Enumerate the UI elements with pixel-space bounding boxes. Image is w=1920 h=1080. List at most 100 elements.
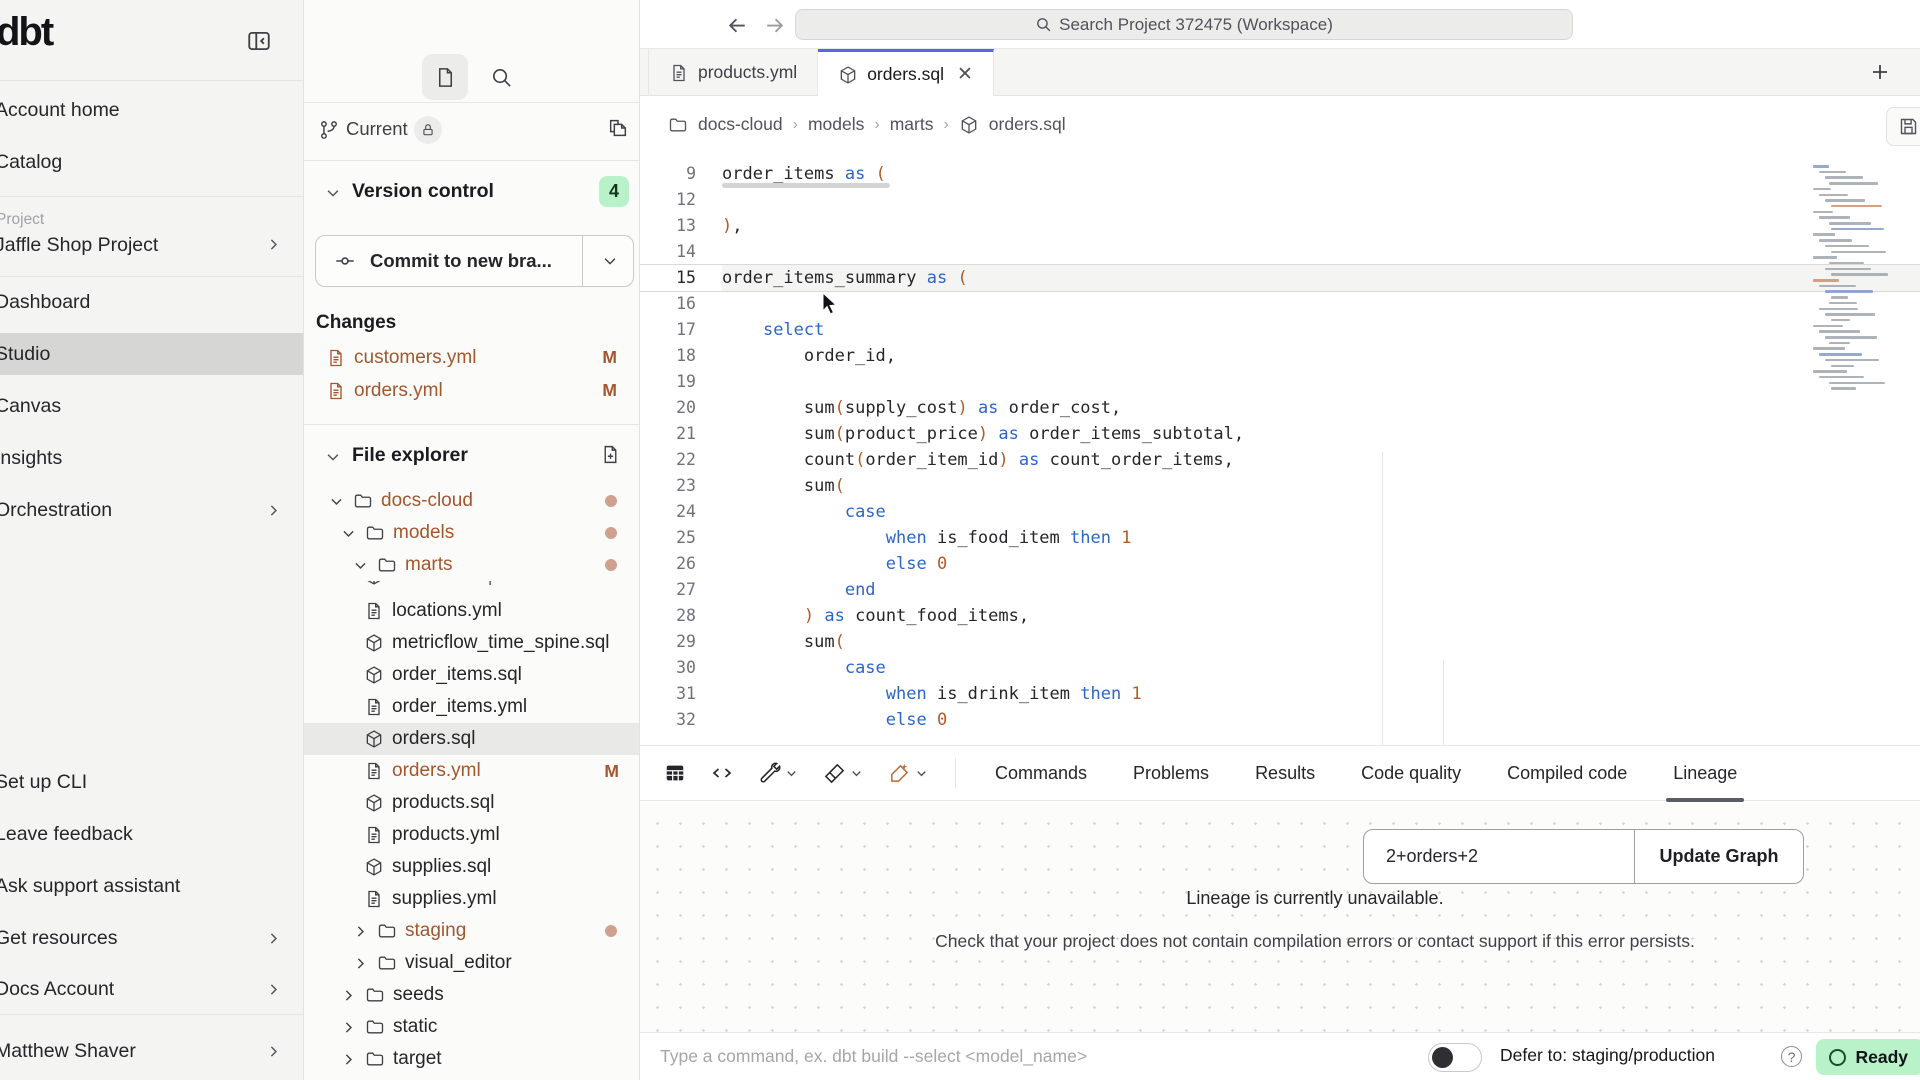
format-icon[interactable]: [823, 762, 864, 785]
chevron-down-icon[interactable]: [601, 252, 619, 270]
code-line[interactable]: 14: [640, 239, 1920, 265]
changed-dot: [605, 925, 617, 937]
tree-item-locations.yml[interactable]: locations.yml: [304, 595, 639, 627]
tree-item-supplies.yml[interactable]: supplies.yml: [304, 883, 639, 915]
code-line[interactable]: 28 ) as count_food_items,: [640, 603, 1920, 629]
changes-count-badge: 4: [599, 176, 629, 207]
sidebar-item-catalog[interactable]: Catalog: [0, 141, 303, 183]
code-line[interactable]: 32 else 0: [640, 707, 1920, 733]
project-search-input[interactable]: Search Project 372475 (Workspace): [795, 9, 1573, 40]
close-tab-icon[interactable]: ✕: [957, 63, 973, 86]
back-arrow-icon[interactable]: [724, 12, 750, 38]
code-line[interactable]: 17 select: [640, 317, 1920, 343]
command-input[interactable]: Type a command, ex. dbt build --select <…: [660, 1046, 1087, 1067]
sidebar-item-insights[interactable]: Insights: [0, 437, 303, 479]
help-icon[interactable]: ?: [1781, 1046, 1802, 1067]
tree-item-staging[interactable]: staging: [304, 915, 639, 947]
code-line[interactable]: 15order_items_summary as (: [640, 265, 1920, 291]
sidebar-item-get-resources[interactable]: Get resources: [0, 917, 303, 959]
breadcrumb-file[interactable]: orders.sql: [989, 114, 1066, 135]
code-line[interactable]: 21 sum(product_price) as order_items_sub…: [640, 421, 1920, 447]
tree-item-supplies.sql[interactable]: supplies.sql: [304, 851, 639, 883]
code-line[interactable]: 29 sum(: [640, 629, 1920, 655]
search-files-button[interactable]: [482, 58, 520, 96]
code-line[interactable]: 31 when is_drink_item then 1: [640, 681, 1920, 707]
tree-item-metricflow_time_spine.sql[interactable]: metricflow_time_spine.sql: [304, 627, 639, 659]
code-line[interactable]: 9order_items as (: [640, 161, 1920, 187]
code-line[interactable]: 22 count(order_item_id) as count_order_i…: [640, 447, 1920, 473]
changed-file-orders.yml[interactable]: orders.ymlM: [304, 374, 639, 407]
code-line[interactable]: 13),: [640, 213, 1920, 239]
sidebar-item-orchestration[interactable]: Orchestration: [0, 489, 303, 531]
code-line[interactable]: 25 when is_food_item then 1: [640, 525, 1920, 551]
defer-toggle[interactable]: [1428, 1043, 1482, 1072]
code-line[interactable]: 19: [640, 369, 1920, 395]
collapse-sidebar-icon[interactable]: [246, 28, 272, 54]
tree-item-seeds[interactable]: seeds: [304, 979, 639, 1011]
panel-tab-results[interactable]: Results: [1232, 746, 1338, 801]
copy-icon[interactable]: [607, 117, 629, 139]
code-line[interactable]: 24 case: [640, 499, 1920, 525]
tree-item-workflows[interactable]: workflows: [304, 1075, 639, 1080]
panel-tab-code-quality[interactable]: Code quality: [1338, 746, 1484, 801]
tree-item-marts[interactable]: marts: [304, 549, 639, 581]
panel-tab-compiled-code[interactable]: Compiled code: [1484, 746, 1650, 801]
chevron-right-icon[interactable]: [265, 236, 282, 253]
build-tools-icon[interactable]: [758, 762, 799, 785]
project-name[interactable]: Jaffle Shop Project: [0, 234, 158, 257]
user-menu[interactable]: Matthew Shaver: [0, 1030, 303, 1072]
new-tab-icon[interactable]: [1868, 60, 1892, 84]
fix-ai-icon[interactable]: [888, 762, 929, 785]
code-editor[interactable]: 9order_items as (1213),1415order_items_s…: [640, 157, 1920, 745]
code-line[interactable]: 27 end: [640, 577, 1920, 603]
minimap[interactable]: [1813, 165, 1893, 397]
commit-button[interactable]: Commit to new bra...: [315, 235, 634, 287]
code-line[interactable]: 26 else 0: [640, 551, 1920, 577]
sidebar-item-account-home[interactable]: Account home: [0, 89, 303, 131]
branch-row[interactable]: Current: [304, 102, 639, 160]
sidebar-item-studio[interactable]: Studio: [0, 333, 303, 375]
preview-table-icon[interactable]: [664, 762, 686, 784]
code-line[interactable]: 20 sum(supply_cost) as order_cost,: [640, 395, 1920, 421]
panel-tab-problems[interactable]: Problems: [1110, 746, 1232, 801]
create-file-button[interactable]: [422, 54, 468, 100]
changed-file-customers.yml[interactable]: customers.ymlM: [304, 341, 639, 374]
breadcrumb-item[interactable]: models: [808, 114, 864, 135]
code-line[interactable]: 12: [640, 187, 1920, 213]
file-icon: [326, 381, 346, 401]
panel-tab-commands[interactable]: Commands: [972, 746, 1110, 801]
tree-item-locations.sql[interactable]: locations.sql: [304, 581, 639, 595]
tree-item-products.sql[interactable]: products.sql: [304, 787, 639, 819]
status-badge[interactable]: Ready: [1816, 1039, 1920, 1075]
sidebar-item-ask-support-assistant[interactable]: Ask support assistant: [0, 865, 303, 907]
sidebar-item-docs-account[interactable]: Docs Account: [0, 968, 303, 1010]
version-control-section[interactable]: Version control 4: [304, 160, 639, 226]
tree-item-products.yml[interactable]: products.yml: [304, 819, 639, 851]
breadcrumb-item[interactable]: docs-cloud: [698, 114, 783, 135]
compile-code-icon[interactable]: [710, 761, 734, 785]
tree-item-visual_editor[interactable]: visual_editor: [304, 947, 639, 979]
panel-tab-lineage[interactable]: Lineage: [1650, 746, 1760, 801]
sidebar-item-dashboard[interactable]: Dashboard: [0, 281, 303, 323]
tab-products.yml[interactable]: products.yml: [648, 49, 818, 96]
file-explorer-section[interactable]: File explorer: [304, 428, 639, 485]
save-button[interactable]: [1886, 107, 1920, 146]
tree-item-orders.yml[interactable]: orders.ymlM: [304, 755, 639, 787]
code-line[interactable]: 18 order_id,: [640, 343, 1920, 369]
code-line[interactable]: 30 case: [640, 655, 1920, 681]
breadcrumb-item[interactable]: marts: [890, 114, 934, 135]
forward-arrow-icon[interactable]: [761, 12, 787, 38]
sidebar-item-leave-feedback[interactable]: Leave feedback: [0, 813, 303, 855]
tree-item-static[interactable]: static: [304, 1011, 639, 1043]
tree-item-order_items.sql[interactable]: order_items.sql: [304, 659, 639, 691]
sidebar-item-canvas[interactable]: Canvas: [0, 385, 303, 427]
tree-item-order_items.yml[interactable]: order_items.yml: [304, 691, 639, 723]
tab-orders.sql[interactable]: orders.sql✕: [818, 49, 994, 97]
sidebar-item-set-up-cli[interactable]: Set up CLI: [0, 761, 303, 803]
tree-item-docs-cloud[interactable]: docs-cloud: [304, 485, 639, 517]
code-line[interactable]: 23 sum(: [640, 473, 1920, 499]
new-file-icon[interactable]: [600, 444, 621, 465]
tree-item-target[interactable]: target: [304, 1043, 639, 1075]
tree-item-models[interactable]: models: [304, 517, 639, 549]
tree-item-orders.sql[interactable]: orders.sql: [304, 723, 639, 755]
